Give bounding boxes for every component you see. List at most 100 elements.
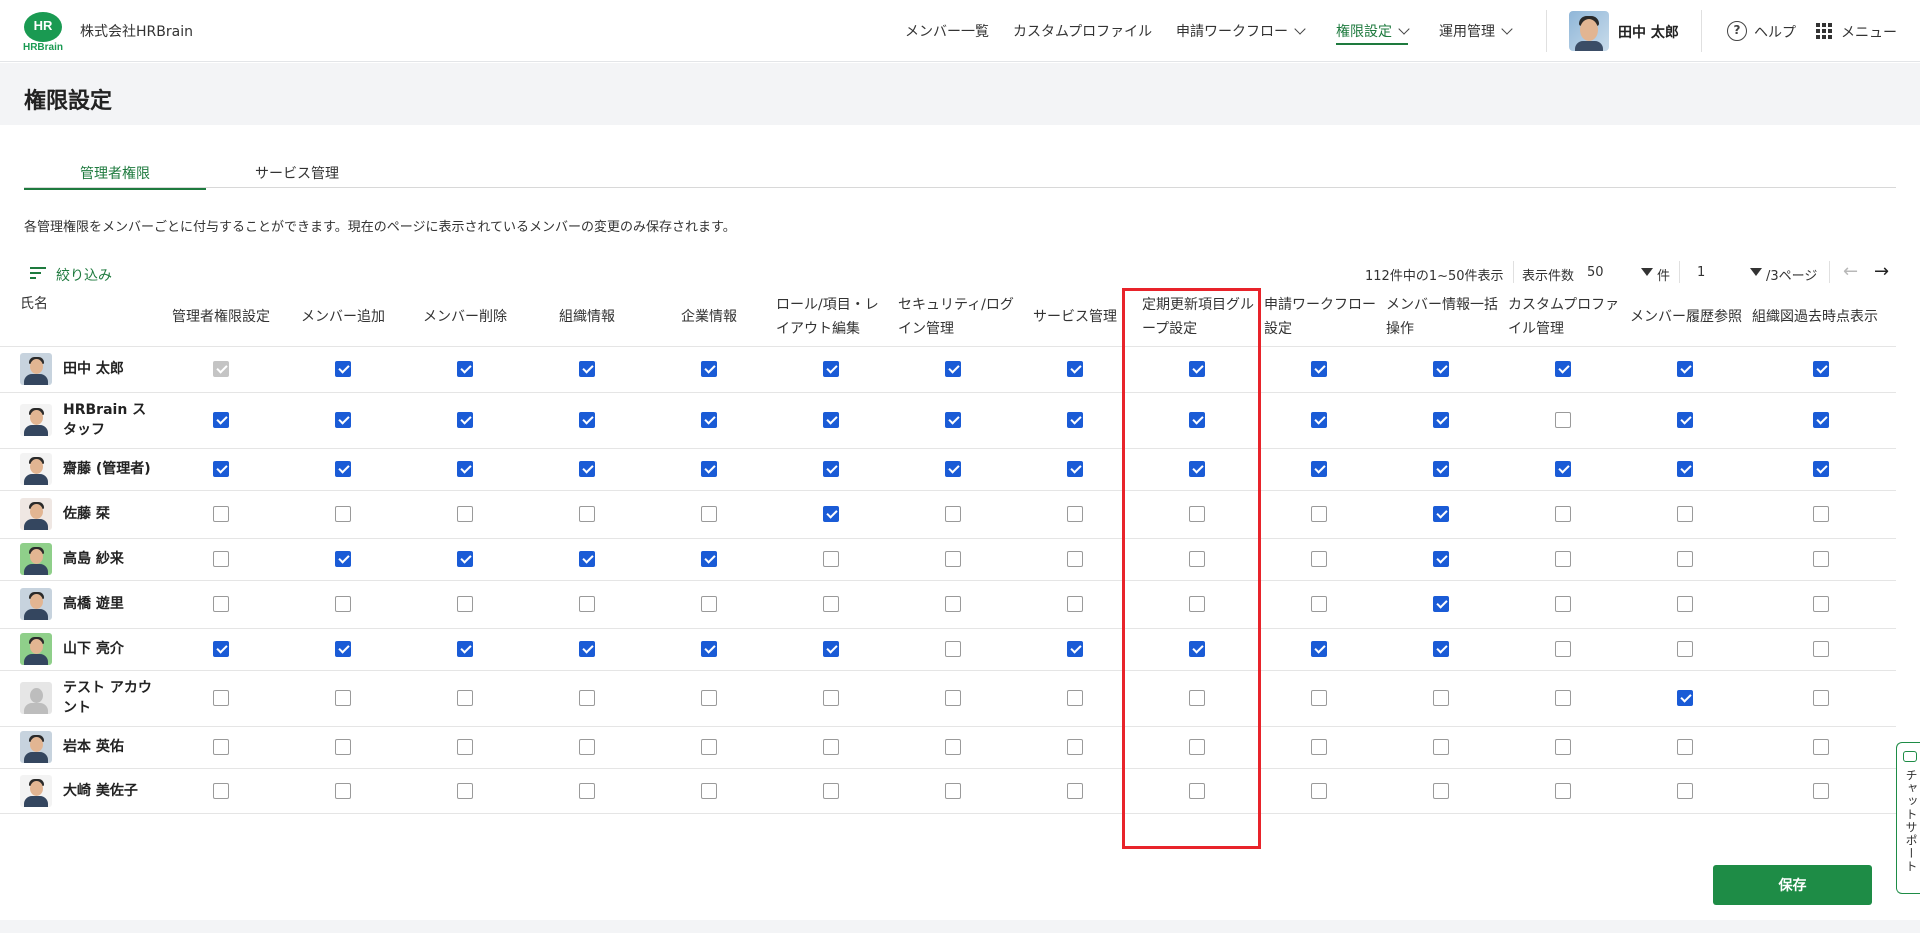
nav-operations[interactable]: 運用管理 [1439,21,1513,41]
page-number-value[interactable]: 1 [1697,265,1705,280]
permission-checkbox[interactable] [701,782,717,799]
permission-checkbox[interactable] [457,690,473,706]
permission-checkbox[interactable] [1311,782,1327,799]
per-page-dropdown-icon[interactable] [1641,268,1653,276]
permission-checkbox[interactable] [579,641,595,657]
permission-checkbox[interactable] [1677,361,1693,377]
permission-checkbox[interactable] [579,596,595,612]
permission-checkbox[interactable] [1555,690,1571,706]
permission-checkbox[interactable] [1433,739,1449,755]
permission-checkbox[interactable] [1555,782,1571,799]
permission-checkbox[interactable] [701,551,717,567]
permission-checkbox[interactable] [457,551,473,567]
permission-checkbox[interactable] [335,641,351,657]
permission-checkbox[interactable] [945,739,961,755]
permission-checkbox[interactable] [1677,596,1693,612]
permission-checkbox[interactable] [701,641,717,657]
permission-checkbox[interactable] [213,690,229,706]
permission-checkbox[interactable] [1555,641,1571,657]
permission-checkbox[interactable] [457,412,473,428]
permission-checkbox[interactable] [1433,596,1449,612]
permission-checkbox[interactable] [945,361,961,377]
permission-checkbox[interactable] [1677,551,1693,567]
permission-checkbox[interactable] [1189,361,1205,377]
permission-checkbox[interactable] [945,782,961,799]
permission-checkbox[interactable] [1067,690,1083,706]
permission-checkbox[interactable] [579,690,595,706]
next-page-icon[interactable]: → [1874,263,1889,281]
tab-service-management[interactable]: サービス管理 [206,163,388,183]
permission-checkbox[interactable] [823,690,839,706]
permission-checkbox[interactable] [1555,596,1571,612]
permission-checkbox[interactable] [1813,782,1829,799]
permission-checkbox[interactable] [1189,739,1205,755]
permission-checkbox[interactable] [1067,739,1083,755]
permission-checkbox[interactable] [1677,739,1693,755]
permission-checkbox[interactable] [1433,782,1449,799]
permission-checkbox[interactable] [1189,506,1205,522]
permission-checkbox[interactable] [1813,641,1829,657]
help-link[interactable]: ヘルプ [1754,22,1796,42]
permission-checkbox[interactable] [1813,596,1829,612]
permission-checkbox[interactable] [457,361,473,377]
permission-checkbox[interactable] [945,461,961,477]
permission-checkbox[interactable] [579,461,595,477]
permission-checkbox[interactable] [579,739,595,755]
help-icon[interactable]: ? [1727,21,1747,41]
permission-checkbox[interactable] [335,596,351,612]
permission-checkbox[interactable] [1311,551,1327,567]
permission-checkbox[interactable] [701,461,717,477]
permission-checkbox[interactable] [945,641,961,657]
permission-checkbox[interactable] [335,361,351,377]
permission-checkbox[interactable] [1067,461,1083,477]
per-page-value[interactable]: 50 [1587,265,1604,280]
permission-checkbox[interactable] [1555,361,1571,377]
permission-checkbox[interactable] [1311,461,1327,477]
permission-checkbox[interactable] [1311,641,1327,657]
permission-checkbox[interactable] [335,412,351,428]
permission-checkbox[interactable] [213,551,229,567]
permission-checkbox[interactable] [579,412,595,428]
permission-checkbox[interactable] [823,739,839,755]
permission-checkbox[interactable] [1677,782,1693,799]
permission-checkbox[interactable] [1311,412,1327,428]
permission-checkbox[interactable] [1067,596,1083,612]
permission-checkbox[interactable] [1189,596,1205,612]
permission-checkbox[interactable] [457,596,473,612]
permission-checkbox[interactable] [823,596,839,612]
permission-checkbox[interactable] [335,739,351,755]
permission-checkbox[interactable] [1813,461,1829,477]
hrbrain-logo[interactable]: HR HRBrain [22,12,64,53]
permission-checkbox[interactable] [823,361,839,377]
permission-checkbox[interactable] [1555,461,1571,477]
permission-checkbox[interactable] [1433,361,1449,377]
permission-checkbox[interactable] [945,596,961,612]
app-grid-icon[interactable] [1816,23,1832,39]
permission-checkbox[interactable] [945,690,961,706]
permission-checkbox[interactable] [945,551,961,567]
permission-checkbox[interactable] [1311,361,1327,377]
permission-checkbox[interactable] [1311,596,1327,612]
permission-checkbox[interactable] [335,690,351,706]
permission-checkbox[interactable] [579,782,595,799]
permission-checkbox[interactable] [1189,782,1205,799]
tab-admin-permissions[interactable]: 管理者権限 [24,163,206,190]
permission-checkbox[interactable] [457,739,473,755]
permission-checkbox[interactable] [1433,412,1449,428]
permission-checkbox[interactable] [1677,690,1693,706]
nav-workflow[interactable]: 申請ワークフロー [1176,21,1306,41]
permission-checkbox[interactable] [457,461,473,477]
nav-member-list[interactable]: メンバー一覧 [905,21,989,41]
permission-checkbox[interactable] [1189,551,1205,567]
permission-checkbox[interactable] [1813,506,1829,522]
permission-checkbox[interactable] [1813,690,1829,706]
permission-checkbox[interactable] [945,412,961,428]
permission-checkbox[interactable] [701,739,717,755]
permission-checkbox[interactable] [1067,361,1083,377]
permission-checkbox[interactable] [213,782,229,799]
save-button[interactable]: 保存 [1713,865,1872,905]
chat-support-tab[interactable]: チャットサポート [1896,742,1920,894]
permission-checkbox[interactable] [1555,739,1571,755]
permission-checkbox[interactable] [1433,641,1449,657]
permission-checkbox[interactable] [1555,412,1571,428]
